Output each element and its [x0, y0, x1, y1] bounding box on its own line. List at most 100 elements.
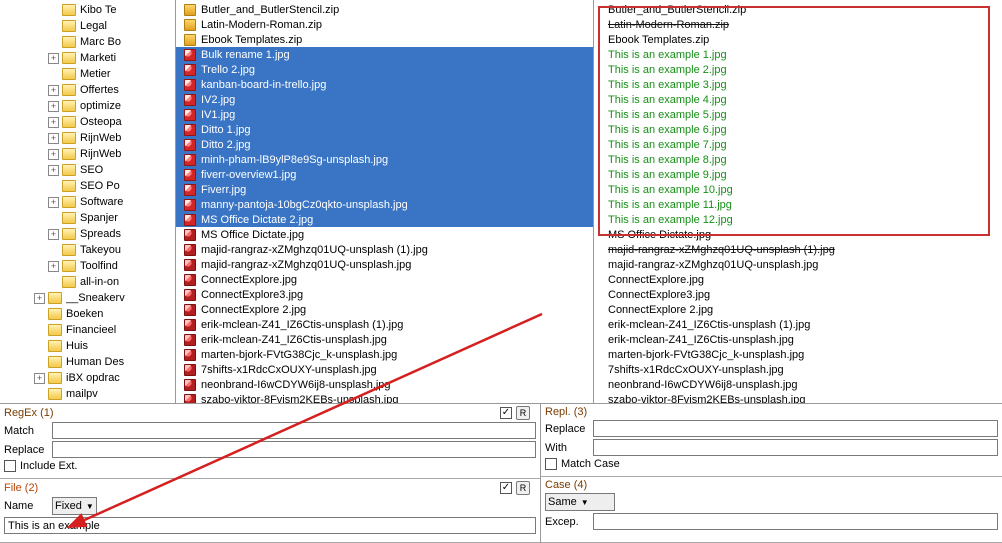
file-row[interactable]: Ditto 1.jpg: [176, 122, 593, 137]
file-row[interactable]: majid-rangraz-xZMghzq01UQ-unsplash (1).j…: [176, 242, 593, 257]
file-row[interactable]: Ebook Templates.zip: [176, 32, 593, 47]
file-row[interactable]: MS Office Dictate 2.jpg: [176, 212, 593, 227]
tree-item[interactable]: +RijnWeb: [0, 146, 175, 162]
file-row[interactable]: majid-rangraz-xZMghzq01UQ-unsplash.jpg: [176, 257, 593, 272]
preview-row: This is an example 12.jpg: [594, 212, 1002, 227]
tree-item[interactable]: +Spreads: [0, 226, 175, 242]
file-list[interactable]: Butler_and_ButlerStencil.zipLatin-Modern…: [176, 0, 594, 403]
match-input[interactable]: [52, 422, 536, 439]
file-name-label: szabo-viktor-8Fvjsm2KEBs-unsplash.jpg: [201, 394, 398, 404]
file-name-label: Fiverr.jpg: [201, 184, 246, 196]
tree-item[interactable]: Boeken: [0, 306, 175, 322]
excep-label: Excep.: [545, 516, 587, 528]
file-name-label: minh-pham-lB9ylP8e9Sg-unsplash.jpg: [201, 154, 388, 166]
case-mode-select[interactable]: Same▼: [545, 493, 615, 511]
tree-item[interactable]: +optimize: [0, 98, 175, 114]
file-row[interactable]: Butler_and_ButlerStencil.zip: [176, 2, 593, 17]
file-row[interactable]: marten-bjork-FVtG38Cjc_k-unsplash.jpg: [176, 347, 593, 362]
file-row[interactable]: erik-mclean-Z41_IZ6Ctis-unsplash (1).jpg: [176, 317, 593, 332]
tree-item[interactable]: SEO Po: [0, 178, 175, 194]
file-row[interactable]: ConnectExplore3.jpg: [176, 287, 593, 302]
tree-item[interactable]: +iBX opdrac: [0, 370, 175, 386]
file-row[interactable]: Trello 2.jpg: [176, 62, 593, 77]
tree-expand-icon[interactable]: +: [48, 165, 59, 176]
image-icon: [184, 139, 196, 151]
file-row[interactable]: fiverr-overview1.jpg: [176, 167, 593, 182]
preview-row: szabo-viktor-8Fvjsm2KEBs-unsplash.jpg: [594, 392, 1002, 403]
tree-item[interactable]: +RijnWeb: [0, 130, 175, 146]
tree-item[interactable]: all-in-on: [0, 274, 175, 290]
tree-item[interactable]: mailpv: [0, 386, 175, 402]
tree-expand-icon[interactable]: +: [48, 229, 59, 240]
excep-input[interactable]: [593, 513, 998, 530]
file-row[interactable]: neonbrand-I6wCDYW6ij8-unsplash.jpg: [176, 377, 593, 392]
tree-item[interactable]: +Marketi: [0, 50, 175, 66]
tree-item-label: Software: [80, 196, 123, 208]
file-row[interactable]: ConnectExplore.jpg: [176, 272, 593, 287]
file-name-label: MS Office Dictate 2.jpg: [201, 214, 313, 226]
tree-item[interactable]: +SEO: [0, 162, 175, 178]
tree-item[interactable]: Human Des: [0, 354, 175, 370]
tree-item[interactable]: Financieel: [0, 322, 175, 338]
tree-expand-icon[interactable]: +: [48, 117, 59, 128]
replace-input[interactable]: [52, 441, 536, 458]
image-icon: [184, 154, 196, 166]
tree-item[interactable]: +__Sneakerv: [0, 290, 175, 306]
tree-expand-icon[interactable]: +: [34, 373, 45, 384]
name-mode-select[interactable]: Fixed▼: [52, 497, 97, 515]
tree-item[interactable]: Huis: [0, 338, 175, 354]
tree-item[interactable]: Legal: [0, 18, 175, 34]
tree-expand-icon[interactable]: +: [48, 149, 59, 160]
preview-row: This is an example 4.jpg: [594, 92, 1002, 107]
tree-item[interactable]: Marc Bo: [0, 34, 175, 50]
tree-item[interactable]: +Ro: [0, 402, 175, 403]
file-row[interactable]: Bulk rename 1.jpg: [176, 47, 593, 62]
file-row[interactable]: Fiverr.jpg: [176, 182, 593, 197]
preview-row: Butler_and_ButlerStencil.zip: [594, 2, 1002, 17]
tree-item[interactable]: +Osteopa: [0, 114, 175, 130]
file-row[interactable]: szabo-viktor-8Fvjsm2KEBs-unsplash.jpg: [176, 392, 593, 403]
repl-replace-input[interactable]: [593, 420, 998, 437]
file-row[interactable]: manny-pantoja-10bgCz0qkto-unsplash.jpg: [176, 197, 593, 212]
repl-with-input[interactable]: [593, 439, 998, 456]
match-case-checkbox[interactable]: Match Case: [545, 458, 620, 470]
tree-item[interactable]: Metier: [0, 66, 175, 82]
file-row[interactable]: Ditto 2.jpg: [176, 137, 593, 152]
file-row[interactable]: IV1.jpg: [176, 107, 593, 122]
tree-item-label: Human Des: [66, 356, 124, 368]
tree-item-label: Boeken: [66, 308, 103, 320]
folder-tree[interactable]: Kibo TeLegalMarc Bo+MarketiMetier+Offert…: [0, 0, 176, 403]
tree-expand-icon[interactable]: +: [48, 197, 59, 208]
tree-item[interactable]: Kibo Te: [0, 2, 175, 18]
file-row[interactable]: IV2.jpg: [176, 92, 593, 107]
file-row[interactable]: Latin-Modern-Roman.zip: [176, 17, 593, 32]
tree-item[interactable]: + Software: [0, 194, 175, 210]
tree-expand-icon[interactable]: +: [48, 101, 59, 112]
file-enable-checkbox[interactable]: ✓: [500, 482, 512, 494]
tree-expand-icon[interactable]: +: [34, 293, 45, 304]
tree-expand-icon[interactable]: +: [48, 133, 59, 144]
regex-enable-checkbox[interactable]: ✓: [500, 407, 512, 419]
file-row[interactable]: erik-mclean-Z41_IZ6Ctis-unsplash.jpg: [176, 332, 593, 347]
tree-item[interactable]: Takeyou: [0, 242, 175, 258]
include-ext-checkbox[interactable]: Include Ext.: [4, 460, 77, 472]
preview-row: This is an example 10.jpg: [594, 182, 1002, 197]
file-row[interactable]: MS Office Dictate.jpg: [176, 227, 593, 242]
file-name-label: ConnectExplore.jpg: [201, 274, 297, 286]
preview-row: majid-rangraz-xZMghzq01UQ-unsplash (1).j…: [594, 242, 1002, 257]
file-row[interactable]: kanban-board-in-trello.jpg: [176, 77, 593, 92]
file-row[interactable]: minh-pham-lB9ylP8e9Sg-unsplash.jpg: [176, 152, 593, 167]
file-row[interactable]: ConnectExplore 2.jpg: [176, 302, 593, 317]
image-icon: [184, 169, 196, 181]
file-row[interactable]: 7shifts-x1RdcCxOUXY-unsplash.jpg: [176, 362, 593, 377]
regex-reset-button[interactable]: R: [516, 406, 530, 420]
fixed-name-input[interactable]: [4, 517, 536, 534]
tree-expand-icon[interactable]: +: [48, 261, 59, 272]
file-reset-button[interactable]: R: [516, 481, 530, 495]
tree-item[interactable]: +Offertes: [0, 82, 175, 98]
tree-expand-icon[interactable]: +: [48, 53, 59, 64]
folder-icon: [62, 196, 76, 208]
tree-expand-icon[interactable]: +: [48, 85, 59, 96]
tree-item[interactable]: Spanjer: [0, 210, 175, 226]
tree-item[interactable]: +Toolfind: [0, 258, 175, 274]
